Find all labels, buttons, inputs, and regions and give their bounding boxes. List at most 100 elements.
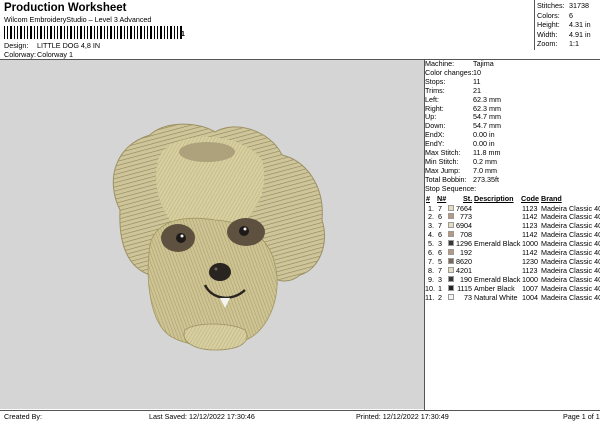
stop-number: 3. xyxy=(428,221,434,231)
thread-brand: Madeira Classic 40 xyxy=(541,212,600,222)
thread-brand: Madeira Classic 40 xyxy=(541,203,600,213)
info-value: 273.35ft xyxy=(473,174,499,184)
stop-number: 4. xyxy=(428,230,434,240)
stitch-count: 190 xyxy=(460,274,472,284)
thread-code: 1007 xyxy=(522,283,538,293)
stop-row: 10. 1 1115 Amber Black 1007 Madeira Classic 4… xyxy=(425,284,600,293)
needle-number: 1 xyxy=(438,283,442,293)
needle-number: 2 xyxy=(438,292,442,302)
thread-brand: Madeira Classic 40 xyxy=(541,239,600,249)
info-value: 10 xyxy=(473,67,481,77)
col-header-code: Code xyxy=(521,194,539,203)
stitch-count: 192 xyxy=(460,248,472,257)
col-header-num: # xyxy=(426,194,430,203)
created-by: Created By: xyxy=(4,412,42,421)
summary-label: Height: xyxy=(537,20,560,29)
thread-code: 1004 xyxy=(522,292,538,302)
summary-value: 6 xyxy=(569,10,573,20)
stop-row: 9. 3 190 Emerald Black 1000 Madeira Classic 4… xyxy=(425,275,600,284)
stitch-count: 4201 xyxy=(456,265,472,275)
summary-zoom: Zoom: 1:1 xyxy=(537,39,579,48)
color-swatch xyxy=(448,266,454,273)
summary-width: Width: 4.91 in xyxy=(537,30,591,39)
color-swatch xyxy=(448,249,454,255)
col-header-stitches: St. xyxy=(463,194,473,203)
info-value: 54.7 mm xyxy=(473,121,501,131)
info-value: Tajima xyxy=(473,59,494,68)
stop-row: 2. 6 773 1142 Madeira Classic 40 xyxy=(425,212,600,221)
summary-label: Colors: xyxy=(537,10,560,20)
stop-row: 4. 6 708 1142 Madeira Classic 40 xyxy=(425,230,600,239)
stop-row: 6. 6 192 1142 Madeira Classic 40 xyxy=(425,248,600,257)
summary-label: Zoom: xyxy=(537,39,558,48)
needle-number: 7 xyxy=(438,265,442,275)
barcode-number: 1 xyxy=(181,31,185,38)
stop-row: 7. 5 8620 1230 Madeira Classic 40 xyxy=(425,257,600,266)
summary-colors: Colors: 6 xyxy=(537,11,573,20)
stop-number: 11. xyxy=(425,292,435,302)
thread-brand: Madeira Classic 40 xyxy=(541,283,600,293)
stop-row: 1. 7 7664 1123 Madeira Classic 40 xyxy=(425,204,600,213)
info-value: 0.00 in xyxy=(473,130,495,140)
needle-number: 5 xyxy=(438,256,442,266)
needle-number: 6 xyxy=(438,212,442,222)
stop-row: 11. 2 73 Natural White 1004 Madeira Classic 4… xyxy=(425,293,600,302)
thread-code: 1000 xyxy=(522,274,538,284)
color-swatch xyxy=(448,222,454,229)
printed-date: Printed: 12/12/2022 17:30:49 xyxy=(356,412,449,421)
stop-row: 8. 7 4201 1123 Madeira Classic 40 xyxy=(425,266,600,275)
stop-number: 5. xyxy=(428,239,434,249)
needle-number: 7 xyxy=(438,203,442,213)
info-value: 11 xyxy=(473,76,481,86)
info-value: 62.3 mm xyxy=(473,94,501,104)
color-swatch xyxy=(448,275,454,282)
software-subtitle: Wilcom EmbroideryStudio – Level 3 Advanc… xyxy=(4,15,152,24)
summary-value: 4.91 in xyxy=(569,29,591,39)
footer-divider xyxy=(0,410,600,411)
needle-number: 7 xyxy=(438,221,442,231)
page-number: Page 1 of 1 xyxy=(563,412,600,421)
summary-label: Width: xyxy=(537,29,558,39)
summary-value: 4.31 in xyxy=(569,20,591,29)
thread-brand: Madeira Classic 40 xyxy=(541,274,600,284)
stitch-count: 773 xyxy=(460,212,472,222)
thread-brand: Madeira Classic 40 xyxy=(541,248,600,257)
embroidery-dog-image xyxy=(112,123,326,351)
thread-description: Emerald Black xyxy=(474,239,521,249)
info-value: 7.0 mm xyxy=(473,165,497,175)
stitch-count: 6904 xyxy=(456,221,472,231)
thread-brand: Madeira Classic 40 xyxy=(541,230,600,240)
stop-number: 9. xyxy=(428,274,434,284)
stitch-count: 8620 xyxy=(456,256,472,266)
thread-brand: Madeira Classic 40 xyxy=(541,292,600,302)
thread-code: 1123 xyxy=(522,265,538,275)
stop-sequence-title: Stop Sequence: xyxy=(425,183,477,193)
needle-number: 6 xyxy=(438,248,442,257)
needle-number: 3 xyxy=(438,274,442,284)
thread-code: 1142 xyxy=(522,230,538,240)
thread-code: 1142 xyxy=(522,248,538,257)
stitch-count: 708 xyxy=(460,230,472,240)
stop-number: 6. xyxy=(428,248,434,257)
design-preview xyxy=(0,60,424,409)
thread-description: Natural White xyxy=(474,292,518,302)
summary-value: 31738 xyxy=(569,1,589,10)
colorway-row: Colorway:Colorway 1 xyxy=(4,50,73,59)
barcode xyxy=(4,26,182,39)
thread-brand: Madeira Classic 40 xyxy=(541,221,600,231)
col-header-needle: N# xyxy=(437,194,447,203)
design-row: Design: LITTLE DOG 4,8 IN xyxy=(4,41,100,50)
thread-brand: Madeira Classic 40 xyxy=(541,265,600,275)
thread-code: 1000 xyxy=(522,239,538,249)
needle-number: 3 xyxy=(438,239,442,249)
info-value: 0.2 mm xyxy=(473,156,497,166)
design-label: Design: xyxy=(4,41,29,50)
col-header-brand: Brand xyxy=(541,194,562,203)
thread-code: 1230 xyxy=(522,256,538,266)
colorway-value: Colorway 1 xyxy=(37,50,73,59)
page-title: Production Worksheet xyxy=(4,2,127,14)
color-swatch xyxy=(448,213,454,220)
color-swatch xyxy=(448,257,454,264)
summary-height: Height: 4.31 in xyxy=(537,20,591,29)
stop-number: 10. xyxy=(425,283,435,293)
